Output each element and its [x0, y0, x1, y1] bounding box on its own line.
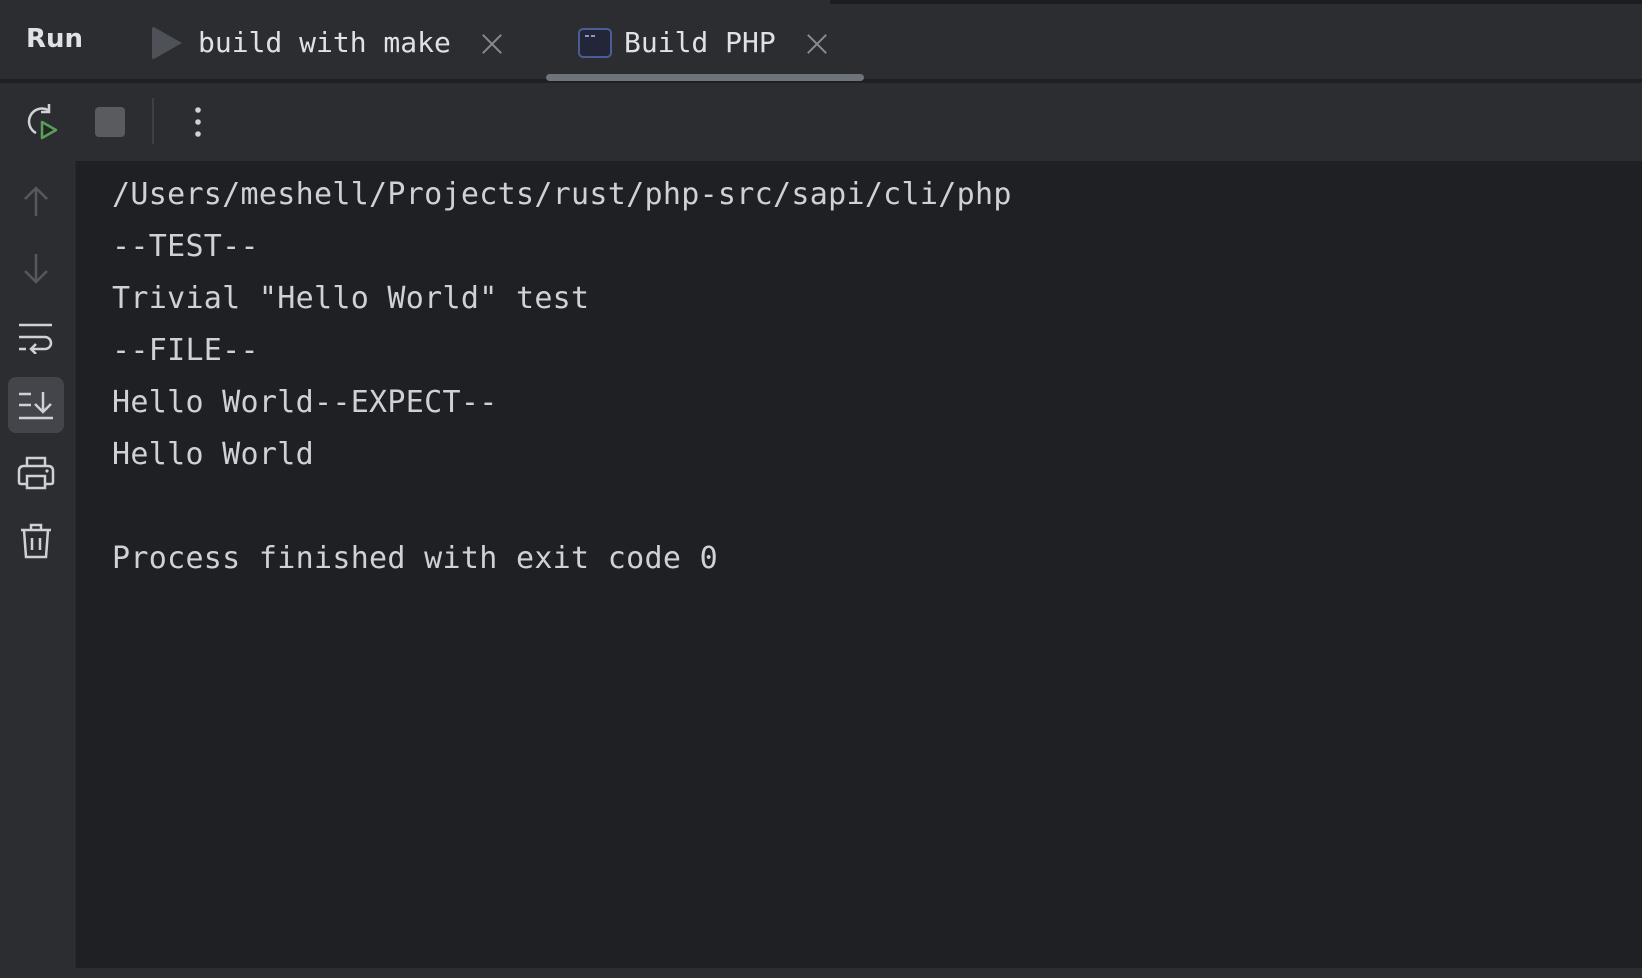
scroll-up-button[interactable] [8, 173, 64, 229]
printer-icon [17, 456, 55, 490]
scroll-to-end-button[interactable] [8, 377, 64, 433]
console-line: --TEST-- [112, 229, 259, 264]
more-options-button[interactable] [176, 100, 220, 144]
rerun-icon [27, 104, 58, 140]
clear-all-button[interactable] [8, 513, 64, 569]
arrow-down-icon [24, 254, 48, 284]
rerun-button[interactable] [20, 100, 64, 144]
console-line: --FILE-- [112, 333, 259, 368]
scroll-to-end-icon [19, 392, 53, 420]
terminal-icon [578, 27, 612, 58]
console-line-exit-status: Process finished with exit code 0 [112, 541, 718, 576]
console-line: Hello World [112, 437, 314, 472]
toolbar-separator [152, 98, 154, 144]
console-line: Hello World--EXPECT-- [112, 385, 498, 420]
soft-wrap-button[interactable] [8, 309, 64, 365]
tab-build-php[interactable]: Build PHP [578, 4, 828, 81]
console-side-toolbar [0, 161, 76, 968]
trash-icon [21, 523, 51, 559]
play-icon [152, 25, 182, 60]
tab-build-with-make[interactable]: build with make [152, 4, 503, 81]
print-button[interactable] [8, 445, 64, 501]
run-tab-bar: Run build with make Build PHP [0, 4, 1642, 81]
close-icon[interactable] [481, 32, 503, 54]
panel-title: Run [26, 24, 84, 54]
tab-label: Build PHP [624, 26, 776, 59]
arrow-up-icon [24, 186, 48, 216]
scroll-down-button[interactable] [8, 241, 64, 297]
bottom-edge [0, 968, 1642, 978]
close-icon[interactable] [806, 32, 828, 54]
console-output[interactable]: /Users/meshell/Projects/rust/php-src/sap… [76, 161, 1642, 968]
stop-icon [95, 107, 125, 137]
console-line: /Users/meshell/Projects/rust/php-src/sap… [112, 177, 1012, 212]
more-vertical-icon [195, 107, 201, 137]
stop-button[interactable] [88, 100, 132, 144]
soft-wrap-icon [19, 323, 53, 354]
console-line: Trivial "Hello World" test [112, 281, 590, 316]
tab-label: build with make [198, 26, 451, 59]
run-toolbar [0, 83, 1642, 161]
active-tab-indicator [546, 74, 864, 81]
